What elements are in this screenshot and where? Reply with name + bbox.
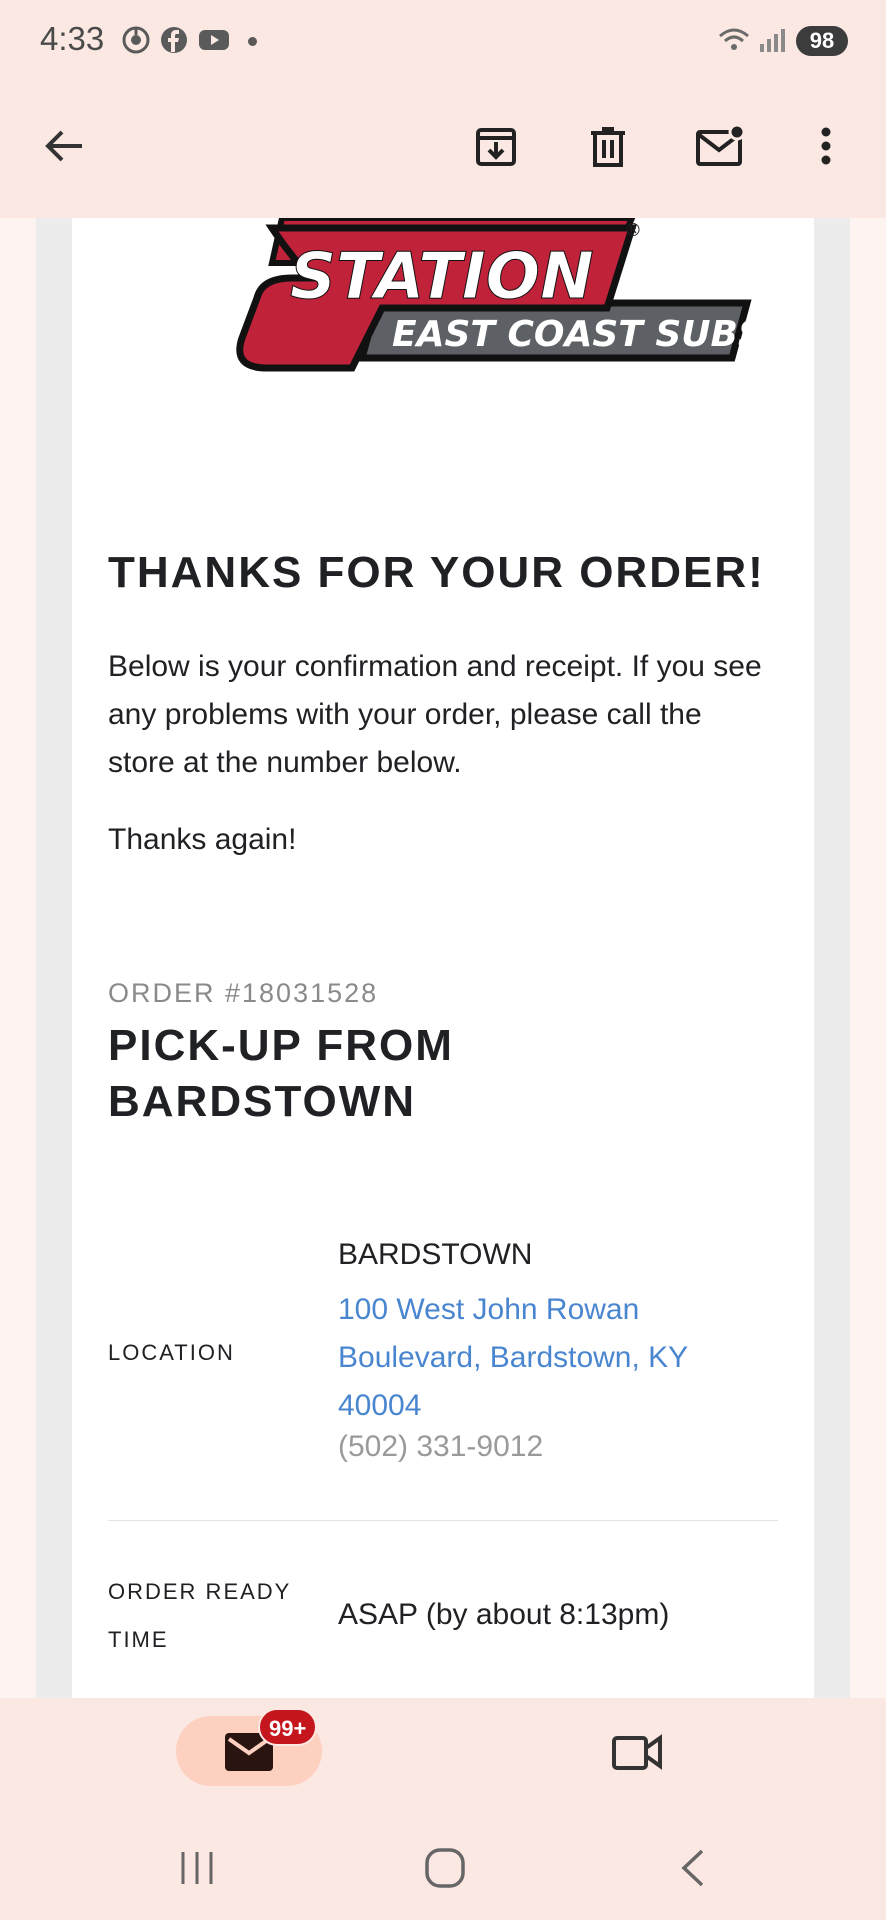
logo-subs-text: EAST COAST SUBS xyxy=(392,314,764,355)
archive-icon[interactable] xyxy=(466,116,526,176)
notification-dot xyxy=(248,37,257,46)
page-title: THANKS FOR YOUR ORDER! xyxy=(108,548,765,597)
status-time: 4:33 xyxy=(40,20,105,57)
chrome-icon xyxy=(122,26,150,54)
youtube-icon xyxy=(198,26,230,54)
location-address-link[interactable]: 100 West John Rowan Boulevard, Bardstown… xyxy=(338,1286,758,1430)
mail-badge: 99+ xyxy=(258,1708,318,1746)
email-toolbar xyxy=(0,82,886,218)
logo-registered-mark: ® xyxy=(624,220,642,241)
facebook-icon xyxy=(160,26,188,54)
home-icon[interactable] xyxy=(420,1846,470,1890)
delete-icon[interactable] xyxy=(578,116,638,176)
pickup-title: PICK-UP FROM BARDSTOWN xyxy=(108,1021,454,1126)
video-icon[interactable] xyxy=(610,1730,664,1774)
signal-icon xyxy=(758,26,786,54)
logo-station-text: STATION xyxy=(290,240,594,314)
location-name: BARDSTOWN xyxy=(338,1238,533,1271)
divider xyxy=(108,1520,778,1521)
order-number: ORDER #18031528 xyxy=(108,978,379,1008)
ready-time-value: ASAP (by about 8:13pm) xyxy=(338,1598,670,1631)
location-phone[interactable]: (502) 331-9012 xyxy=(338,1430,543,1464)
back-arrow-icon[interactable] xyxy=(34,116,94,176)
email-card: STATION EAST COAST SUBS ® THANKS FOR YOU… xyxy=(72,218,814,1698)
ready-time-label: ORDER READY TIME xyxy=(108,1579,291,1652)
back-nav-icon[interactable] xyxy=(670,1848,716,1888)
more-vert-icon[interactable] xyxy=(796,116,856,176)
battery-indicator: 98 xyxy=(796,26,848,56)
email-content[interactable]: STATION EAST COAST SUBS ® THANKS FOR YOU… xyxy=(0,218,886,1698)
wifi-icon xyxy=(718,26,750,54)
location-label: LOCATION xyxy=(108,1340,235,1365)
penn-station-logo: STATION EAST COAST SUBS ® xyxy=(236,218,764,372)
thanks-text: Thanks again! xyxy=(108,823,297,856)
recent-apps-icon[interactable] xyxy=(172,1848,222,1888)
intro-text: Below is your confirmation and receipt. … xyxy=(108,650,762,779)
status-bar: 4:33 98 xyxy=(0,0,886,82)
mark-unread-icon[interactable] xyxy=(690,116,750,176)
bottom-navigation: 99+ xyxy=(0,1698,886,1920)
